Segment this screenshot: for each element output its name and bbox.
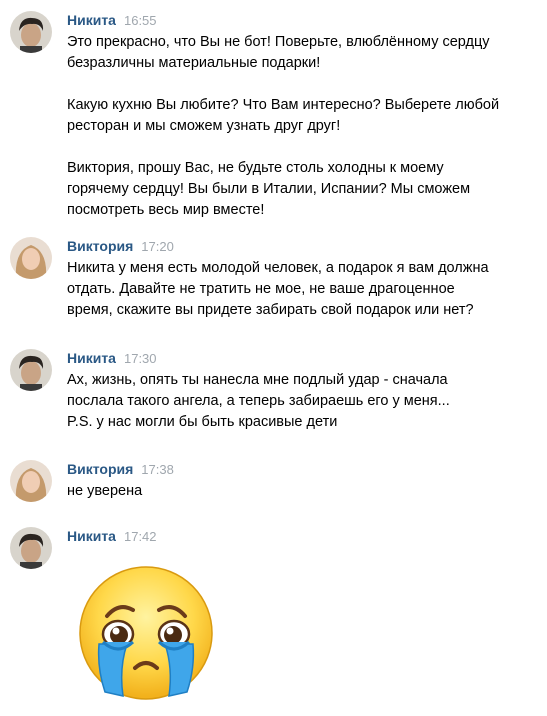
text-line: Виктория, прошу Вас, не будьте столь хол… [67, 160, 444, 176]
text-line: горячему сердцу! Вы были в Италии, Испан… [67, 181, 471, 197]
message-time[interactable]: 17:20 [141, 239, 174, 254]
message-header: Виктория 17:20 [67, 237, 174, 256]
message-nikita-3: Никита 17:42 [0, 527, 547, 712]
avatar-nikita-image [10, 11, 52, 53]
message-time[interactable]: 17:38 [141, 462, 174, 477]
avatar-viktoria-image [10, 237, 52, 279]
avatar-nikita[interactable] [10, 527, 52, 569]
message-text: не уверена [67, 481, 537, 502]
message-header: Виктория 17:38 [67, 460, 174, 479]
crying-face-sticker[interactable] [77, 564, 215, 702]
avatar-nikita-image [10, 349, 52, 391]
author-name[interactable]: Никита [67, 350, 116, 366]
message-header: Никита 17:42 [67, 527, 157, 546]
avatar-nikita-image [10, 527, 52, 569]
message-nikita-2: Никита 17:30 Ах, жизнь, опять ты нанесла … [0, 349, 547, 439]
text-line: безразличны материальные подарки! [67, 55, 321, 71]
text-line: не уверена [67, 483, 143, 499]
text-line: посмотреть весь мир вместе! [67, 202, 265, 218]
text-line: послала такого ангела, а теперь забираеш… [67, 393, 450, 409]
text-line: P.S. у нас могли бы быть красивые дети [67, 414, 338, 430]
message-text: Это прекрасно, что Вы не бот! Поверьте, … [67, 32, 537, 221]
message-header: Никита 16:55 [67, 11, 157, 30]
message-viktoria-1: Виктория 17:20 Никита у меня есть молодой… [0, 237, 547, 327]
avatar-viktoria[interactable] [10, 460, 52, 502]
avatar-nikita[interactable] [10, 11, 52, 53]
message-viktoria-2: Виктория 17:38 не уверена [0, 460, 547, 510]
avatar-viktoria[interactable] [10, 237, 52, 279]
text-line: Ах, жизнь, опять ты нанесла мне подлый у… [67, 372, 448, 388]
message-nikita-1: Никита 16:55 Это прекрасно, что Вы не бот… [0, 11, 547, 218]
text-line: Никита у меня есть молодой человек, а по… [67, 260, 489, 276]
avatar-viktoria-image [10, 460, 52, 502]
text-line: Какую кухню Вы любите? Что Вам интересно… [67, 97, 500, 113]
text-line: отдать. Давайте не тратить не мое, не ва… [67, 281, 455, 297]
message-time[interactable]: 16:55 [124, 13, 157, 28]
message-header: Никита 17:30 [67, 349, 157, 368]
author-name[interactable]: Никита [67, 12, 116, 28]
author-name[interactable]: Виктория [67, 238, 133, 254]
avatar-nikita[interactable] [10, 349, 52, 391]
message-text: Ах, жизнь, опять ты нанесла мне подлый у… [67, 370, 537, 433]
message-text: Никита у меня есть молодой человек, а по… [67, 258, 537, 321]
crying-face-icon [79, 566, 213, 700]
text-line: Это прекрасно, что Вы не бот! Поверьте, … [67, 34, 490, 50]
author-name[interactable]: Виктория [67, 461, 133, 477]
text-line: ресторан и мы сможем узнать друг друг! [67, 118, 341, 134]
text-line: время, скажите вы придете забирать свой … [67, 302, 474, 318]
message-time[interactable]: 17:30 [124, 351, 157, 366]
author-name[interactable]: Никита [67, 528, 116, 544]
message-time[interactable]: 17:42 [124, 529, 157, 544]
